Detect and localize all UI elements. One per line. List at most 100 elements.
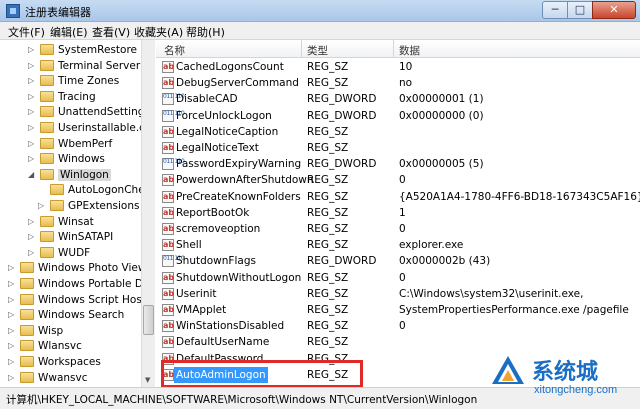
tree-item-label: Wwansvc bbox=[38, 371, 88, 384]
column-header-type[interactable]: 类型 bbox=[307, 43, 328, 58]
registry-value-row[interactable]: ab LegalNoticeCaption REG_SZ bbox=[156, 124, 640, 140]
tree-item[interactable]: ▷ Windows Portable Devices bbox=[8, 276, 154, 292]
tree-item[interactable]: ▷ SystemRestore bbox=[28, 42, 137, 58]
tree-item[interactable]: ▷ GPExtensions bbox=[38, 198, 140, 214]
tree-item[interactable]: ▷ WbemPerf bbox=[28, 136, 112, 152]
minimize-button[interactable]: ─ bbox=[542, 1, 568, 19]
menu-help[interactable]: 帮助(H) bbox=[186, 24, 225, 40]
registry-value-row[interactable]: ab WinStationsDisabled REG_SZ 0 bbox=[156, 318, 640, 334]
column-divider[interactable] bbox=[393, 40, 394, 58]
close-button[interactable]: ✕ bbox=[592, 1, 636, 19]
tree-item[interactable]: ◢ Winlogon bbox=[28, 167, 111, 183]
tree-item-label: UnattendSettings bbox=[58, 106, 150, 119]
folder-icon bbox=[40, 231, 54, 243]
registry-value-row[interactable]: ab Userinit REG_SZ C:\Windows\system32\user… bbox=[156, 286, 640, 302]
tree-item[interactable]: ▷ Workspaces bbox=[8, 354, 101, 370]
tree-item[interactable]: ▷ Time Zones bbox=[28, 73, 119, 89]
folder-icon bbox=[20, 356, 34, 367]
registry-value-row[interactable]: ab ReportBootOk REG_SZ 1 bbox=[156, 205, 640, 221]
registry-value-row[interactable]: ab Shell REG_SZ explorer.exe bbox=[156, 237, 640, 253]
column-divider[interactable] bbox=[301, 40, 302, 58]
tree-expander-icon[interactable]: ▷ bbox=[8, 338, 18, 354]
registry-value-row[interactable]: 011 110 PasswordExpiryWarning REG_DWORD 0x0… bbox=[156, 156, 640, 172]
tree-expander-icon[interactable]: ▷ bbox=[28, 214, 38, 230]
tree-expander-icon[interactable]: ▷ bbox=[28, 229, 38, 245]
tree-item[interactable]: ▷ WinSATAPI bbox=[28, 229, 113, 245]
tree-item[interactable]: ▷ Winsat bbox=[28, 214, 94, 230]
tree-item[interactable]: ▷ Wwansvc bbox=[8, 370, 88, 386]
registry-value-row[interactable]: ab PreCreateKnownFolders REG_SZ {A520A1A4-1… bbox=[156, 189, 640, 205]
value-data: SystemPropertiesPerformance.exe /pagefil… bbox=[399, 304, 629, 316]
tree-expander-icon[interactable]: ▷ bbox=[28, 120, 38, 136]
registry-value-row[interactable]: ab scremoveoption REG_SZ 0 bbox=[156, 221, 640, 237]
tree-expander-icon[interactable]: ▷ bbox=[8, 370, 18, 386]
registry-value-row[interactable]: ab VMApplet REG_SZ SystemPropertiesPerforma… bbox=[156, 302, 640, 318]
registry-value-row[interactable]: ab DebugServerCommand REG_SZ no bbox=[156, 75, 640, 91]
tree-expander-icon[interactable]: ▷ bbox=[28, 73, 38, 89]
maximize-button[interactable]: □ bbox=[567, 1, 593, 19]
tree-item[interactable]: ▷ Wlansvc bbox=[8, 338, 82, 354]
tree-expander-icon[interactable]: ▷ bbox=[8, 354, 18, 370]
tree-expander-icon[interactable]: ▷ bbox=[28, 104, 38, 120]
menu-file[interactable]: 文件(F) bbox=[8, 24, 45, 40]
tree-expander-icon[interactable]: ▷ bbox=[8, 307, 18, 323]
tree-expander-icon[interactable]: ▷ bbox=[8, 292, 18, 308]
registry-value-row[interactable]: ab CachedLogonsCount REG_SZ 10 bbox=[156, 59, 640, 75]
value-type: REG_SZ bbox=[307, 304, 349, 316]
tree-item[interactable]: ▷ Wisp bbox=[8, 323, 63, 339]
reg-string-icon: ab bbox=[162, 61, 175, 73]
registry-tree[interactable]: ▷ SystemRestore ▷ Terminal Server ▷ Time Zone… bbox=[0, 40, 155, 387]
folder-icon bbox=[20, 293, 34, 305]
value-type: REG_SZ bbox=[307, 174, 349, 187]
column-header-name[interactable]: 名称 bbox=[164, 43, 185, 58]
highlight-annotation-box bbox=[161, 360, 363, 388]
value-type: REG_SZ bbox=[307, 190, 349, 203]
tree-expander-icon[interactable]: ▷ bbox=[28, 89, 38, 105]
tree-item[interactable]: ▷ Windows bbox=[28, 151, 105, 167]
tree-item[interactable]: ▷ Userinstallable.drive bbox=[28, 120, 154, 136]
registry-value-row[interactable]: ab PowerdownAfterShutdown REG_SZ 0 bbox=[156, 172, 640, 188]
regedit-app-icon bbox=[6, 4, 20, 18]
menu-view[interactable]: 查看(V) bbox=[92, 24, 130, 40]
folder-icon bbox=[40, 75, 54, 87]
tree-item[interactable]: ▷ Tracing bbox=[28, 89, 96, 105]
tree-expander-icon[interactable]: ▷ bbox=[8, 276, 18, 292]
folder-icon bbox=[20, 340, 34, 352]
tree-item[interactable]: ▷ Terminal Server bbox=[28, 58, 140, 74]
value-type: REG_SZ bbox=[307, 320, 349, 333]
tree-item[interactable]: ▷ Windows Photo Viewer bbox=[8, 260, 154, 276]
registry-value-row[interactable]: 011 110 DisableCAD REG_DWORD 0x00000001 (1) bbox=[156, 91, 640, 107]
tree-item[interactable]: ▷ Windows Search bbox=[8, 307, 124, 323]
folder-icon bbox=[40, 44, 54, 55]
menu-edit[interactable]: 编辑(E) bbox=[50, 24, 88, 40]
tree-expander-icon[interactable]: ▷ bbox=[28, 151, 38, 167]
scroll-down-arrow-icon[interactable]: ▼ bbox=[145, 376, 150, 384]
tree-item[interactable]: ▷ UnattendSettings bbox=[28, 104, 150, 120]
registry-value-row[interactable]: 011 110 ShutdownFlags REG_DWORD 0x0000002b … bbox=[156, 253, 640, 269]
tree-expander-icon[interactable]: ▷ bbox=[8, 323, 18, 339]
tree-expander-icon[interactable]: ◢ bbox=[28, 167, 38, 183]
tree-expander-icon[interactable]: ▷ bbox=[28, 58, 38, 74]
reg-binary-icon: 011 110 bbox=[162, 158, 185, 171]
tree-expander-icon[interactable]: ▷ bbox=[8, 260, 18, 276]
reg-string-icon: ab bbox=[162, 174, 175, 187]
tree-expander-icon[interactable]: ▷ bbox=[38, 198, 48, 214]
tree-item[interactable]: ▷ Windows Script Host bbox=[8, 292, 146, 308]
tree-item[interactable]: AutoLogonChecked bbox=[38, 182, 154, 198]
registry-value-row[interactable]: ab LegalNoticeText REG_SZ bbox=[156, 140, 640, 156]
value-type: REG_SZ bbox=[307, 125, 349, 138]
tree-scrollbar-thumb[interactable] bbox=[143, 305, 154, 335]
value-data: 0x00000005 (5) bbox=[399, 158, 484, 171]
tree-scrollbar[interactable]: ▼ bbox=[141, 40, 155, 387]
tree-expander-icon[interactable]: ▷ bbox=[28, 136, 38, 152]
tree-item[interactable]: ▷ WUDF bbox=[28, 245, 90, 261]
registry-value-row[interactable]: 011 110 ForceUnlockLogon REG_DWORD 0x000000… bbox=[156, 108, 640, 124]
registry-value-row[interactable]: ab DefaultUserName REG_SZ bbox=[156, 334, 640, 350]
reg-string-icon: ab bbox=[162, 320, 175, 333]
tree-item-label: Winlogon bbox=[58, 168, 111, 181]
menu-favorites[interactable]: 收藏夹(A) bbox=[134, 24, 183, 40]
column-header-data[interactable]: 数据 bbox=[399, 43, 420, 58]
registry-value-row[interactable]: ab ShutdownWithoutLogon REG_SZ 0 bbox=[156, 270, 640, 286]
tree-expander-icon[interactable]: ▷ bbox=[28, 42, 38, 58]
tree-expander-icon[interactable]: ▷ bbox=[28, 245, 38, 261]
